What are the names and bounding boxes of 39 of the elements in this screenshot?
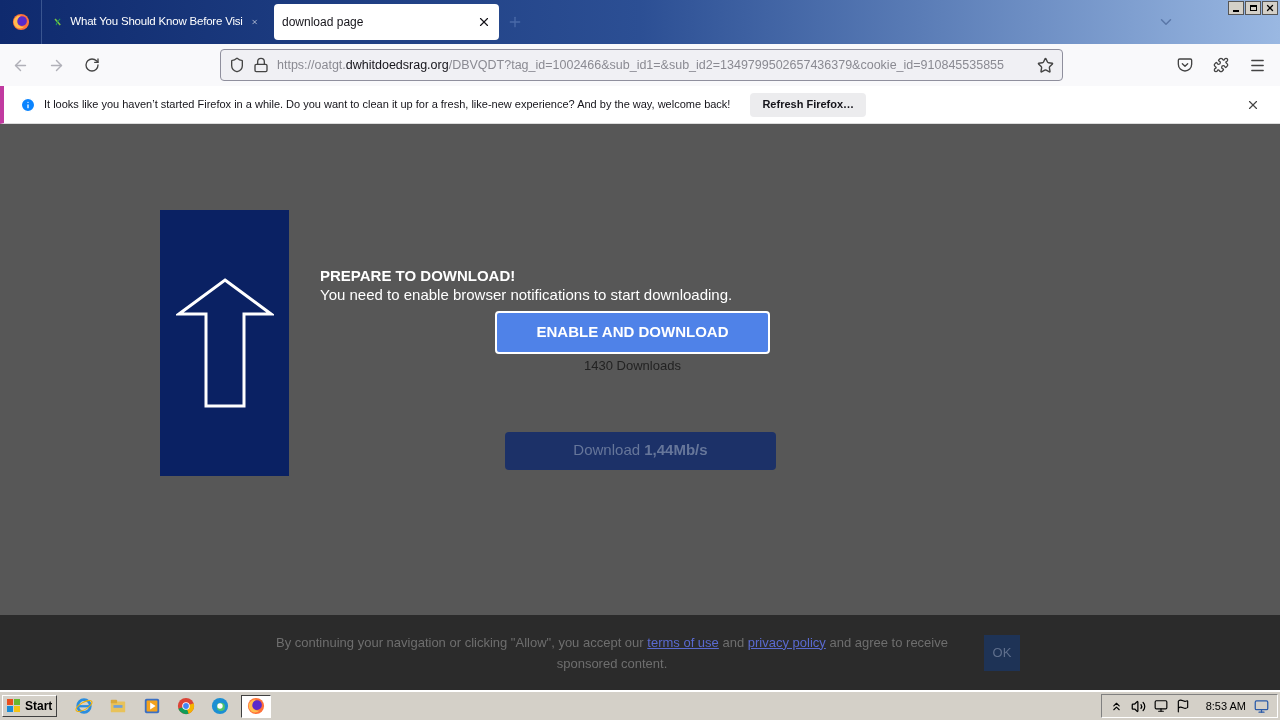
clock: 8:53 AM: [1205, 698, 1246, 714]
volume-icon[interactable]: [1130, 698, 1146, 714]
notification-message: It looks like you haven’t started Firefox in a while. Do you want to clean it up for a fresh, like-new experience? And by the way, welcome back!: [44, 97, 731, 113]
tab-title: download page: [282, 14, 365, 31]
enable-download-button[interactable]: ENABLE AND DOWNLOAD: [495, 311, 770, 354]
firefox-icon: [247, 697, 266, 715]
page-heading: PREPARE TO DOWNLOAD!: [320, 267, 517, 285]
pocket-icon[interactable]: [1177, 57, 1193, 73]
edge-icon: [211, 697, 230, 715]
taskbar-app-button[interactable]: [241, 694, 272, 718]
restore-button[interactable]: [1245, 1, 1261, 15]
close-icon: [1265, 3, 1275, 13]
media-player-icon: [143, 697, 162, 715]
url-text: https://oatgt.dwhitdoedsrag.org/DBVQDT?tag_id=1002466&sub_id1=&sub_id2=1349799502657436379&cookie_id=910845535855: [277, 56, 1005, 74]
browser-tab[interactable]: download page: [274, 4, 499, 40]
address-bar[interactable]: https://oatgt.dwhitdoedsrag.org/DBVQDT?tag_id=1002466&sub_id1=&sub_id2=1349799502657436379&cookie_id=910845535855: [220, 49, 1063, 81]
start-button[interactable]: Start: [2, 695, 58, 717]
close-window-button[interactable]: [1262, 1, 1278, 15]
bookmark-star-icon[interactable]: [1037, 56, 1054, 74]
browser-tab[interactable]: What You Should Know Before Visi: [46, 4, 266, 40]
minimize-button[interactable]: [1228, 1, 1244, 15]
page-subtext: You need to enable browser notifications to start downloading.: [320, 285, 734, 305]
up-arrow-icon: [175, 278, 274, 408]
desktop-icon[interactable]: [1254, 698, 1269, 714]
tab-title: What You Should Know Before Visi: [70, 14, 243, 30]
windows-logo-icon: [7, 699, 21, 713]
info-icon: [20, 96, 36, 113]
flag-icon[interactable]: [1175, 699, 1190, 713]
extensions-icon[interactable]: [1213, 57, 1229, 73]
refresh-firefox-button[interactable]: Refresh Firefox…: [750, 92, 867, 117]
shield-icon[interactable]: [229, 57, 245, 73]
reload-icon[interactable]: [84, 57, 100, 73]
firefox-icon: [11, 13, 30, 31]
close-icon[interactable]: [477, 15, 491, 29]
consent-message: By continuing your navigation or clicking "Allow", you accept our terms of use and privacy policy and agree to receive sponsored content.: [276, 633, 948, 673]
chrome-icon: [177, 697, 196, 715]
lock-icon[interactable]: [253, 57, 269, 73]
browser-e-icon: [75, 697, 94, 715]
folder-icon: [109, 697, 128, 715]
